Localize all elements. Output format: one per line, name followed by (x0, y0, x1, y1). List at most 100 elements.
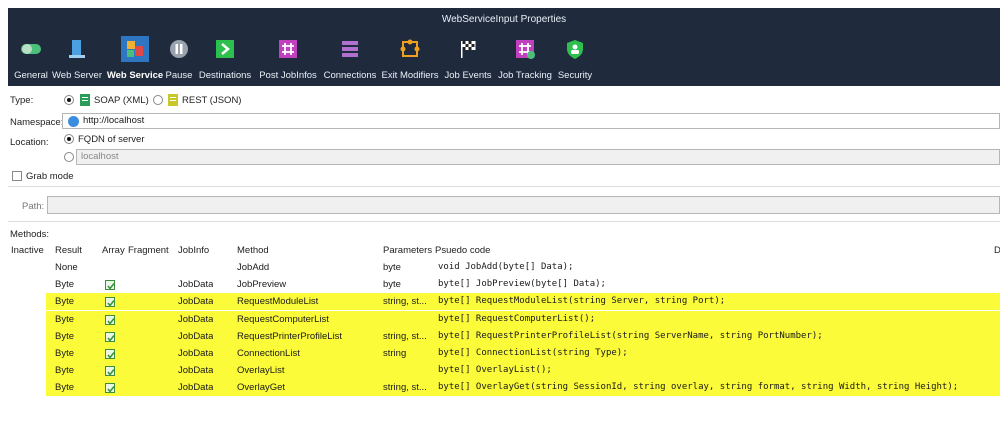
check-icon (107, 369, 115, 376)
array-checkbox[interactable] (105, 297, 115, 308)
tab-job-tracking[interactable]: Job Tracking (497, 32, 553, 86)
check-icon (107, 300, 115, 308)
cell-method: RequestComputerList (237, 313, 329, 325)
table-row[interactable]: Byte JobData RequestModuleList string, st..… (8, 293, 1000, 311)
table-row[interactable]: Byte JobData OverlayGet string, st... byte[]… (8, 379, 1000, 397)
fqdn-radio[interactable] (64, 134, 74, 144)
column-header-inactive[interactable]: Inactive (11, 243, 44, 259)
soap-file-icon (80, 94, 90, 106)
tab-general[interactable]: General (10, 32, 52, 86)
cell-parameters: byte (383, 262, 401, 273)
check-icon (107, 317, 115, 325)
tab-pause[interactable]: Pause (164, 32, 194, 86)
tab-post-jobinfos-label: Post JobInfos (259, 70, 317, 81)
cell-pseudo-code: byte[] RequestPrinterProfileList(string … (438, 330, 823, 341)
column-header-d[interactable]: D (994, 243, 1000, 259)
cell-jobinfo: JobData (178, 313, 214, 325)
check-icon (107, 334, 115, 342)
tab-exit-modifiers[interactable]: Exit Modifiers (379, 32, 441, 86)
column-header-array[interactable]: Array (102, 243, 125, 259)
column-header-fragment[interactable]: Fragment (128, 243, 169, 259)
tab-destinations-label: Destinations (198, 70, 252, 81)
namespace-input[interactable]: http://localhost (62, 113, 1000, 129)
column-header-parameters[interactable]: Parameters (383, 243, 432, 259)
post-jobinfos-icon (279, 40, 297, 58)
job-tracking-icon (516, 40, 535, 59)
cell-method: JobAdd (237, 262, 270, 273)
tab-post-jobinfos[interactable]: Post JobInfos (257, 32, 319, 86)
column-header-result[interactable]: Result (55, 243, 82, 259)
web-service-icon (127, 41, 143, 57)
cell-parameters: byte (383, 279, 401, 291)
column-header-pseudo-code[interactable]: Psuedo code (435, 243, 490, 259)
settings-toolbar: General Web Server Web Service Pause Des… (8, 32, 1000, 86)
cell-parameters: string, st... (383, 296, 427, 308)
array-checkbox[interactable] (105, 383, 115, 394)
cell-pseudo-code: byte[] JobPreview(byte[] Data); (438, 279, 606, 290)
tab-job-tracking-label: Job Tracking (498, 70, 552, 81)
tab-pause-label: Pause (165, 70, 193, 81)
globe-icon (68, 116, 79, 127)
array-checkbox[interactable] (105, 314, 115, 325)
table-row[interactable]: Byte JobData JobPreview byte byte[] JobPrevi… (8, 276, 1000, 293)
array-checkbox[interactable] (105, 366, 115, 377)
cell-parameters: string, st... (383, 330, 427, 342)
cell-pseudo-code: byte[] RequestModuleList(string Server, … (438, 296, 726, 307)
localhost-input[interactable]: localhost (76, 149, 1000, 165)
toggle-icon (21, 44, 41, 54)
cell-result: Byte (55, 382, 75, 394)
column-header-jobinfo[interactable]: JobInfo (178, 243, 209, 259)
tab-web-service[interactable]: Web Service (103, 32, 167, 86)
check-icon (107, 283, 115, 290)
path-input[interactable] (47, 196, 1000, 214)
cell-parameters: string, st... (383, 382, 427, 394)
localhost-radio[interactable] (64, 152, 74, 162)
cell-pseudo-code: byte[] OverlayGet(string SessionId, stri… (438, 382, 959, 393)
table-row[interactable]: None JobAdd byte void JobAdd(byte[] Data); (8, 259, 1000, 276)
array-checkbox[interactable] (105, 280, 115, 291)
cell-result: Byte (55, 296, 75, 308)
cell-method: OverlayList (237, 365, 285, 377)
tab-connections-label: Connections (323, 70, 377, 81)
cell-pseudo-code: byte[] RequestComputerList(); (438, 313, 596, 324)
rest-file-icon (168, 94, 178, 106)
cell-result: Byte (55, 365, 75, 377)
server-icon (69, 40, 85, 58)
check-icon (107, 386, 115, 394)
cell-jobinfo: JobData (178, 348, 214, 359)
rest-radio[interactable] (153, 95, 163, 105)
namespace-label: Namespace: (10, 117, 64, 128)
tab-web-server[interactable]: Web Server (52, 32, 102, 86)
shield-icon (567, 40, 583, 59)
cell-jobinfo: JobData (178, 365, 214, 377)
namespace-value: http://localhost (83, 115, 145, 126)
cell-parameters: string (383, 348, 407, 359)
table-row[interactable]: Byte JobData OverlayList byte[] OverlayList… (8, 362, 1000, 380)
array-checkbox[interactable] (105, 331, 115, 342)
column-header-method[interactable]: Method (237, 243, 269, 259)
table-row[interactable]: Byte JobData RequestComputerList byte[] Req… (8, 310, 1000, 328)
tab-destinations[interactable]: Destinations (197, 32, 253, 86)
tab-security-label: Security (557, 70, 593, 81)
cell-pseudo-code: byte[] ConnectionList(string Type); (438, 348, 628, 358)
cell-pseudo-code: byte[] OverlayList(); (438, 365, 552, 376)
table-row[interactable]: Byte JobData RequestPrinterProfileList stri… (8, 327, 1000, 345)
type-label: Type: (10, 95, 34, 106)
tab-general-label: General (14, 70, 48, 81)
soap-radio[interactable] (64, 95, 74, 105)
cell-result: Byte (55, 330, 75, 342)
array-checkbox[interactable] (105, 349, 115, 359)
tab-security[interactable]: Security (556, 32, 594, 86)
table-row[interactable]: Byte JobData ConnectionList string byte[] Co… (8, 345, 1000, 362)
check-icon (107, 352, 115, 359)
tab-connections[interactable]: Connections (322, 32, 378, 86)
tab-job-events-label: Job Events (444, 70, 492, 81)
exit-modifiers-icon (400, 39, 420, 57)
grab-mode-checkbox[interactable] (12, 171, 22, 181)
location-label: Location: (10, 137, 49, 148)
tab-job-events[interactable]: Job Events (443, 32, 493, 86)
cell-jobinfo: JobData (178, 330, 214, 342)
localhost-value: localhost (81, 151, 119, 162)
cell-result: Byte (55, 313, 75, 325)
rest-label: REST (JSON) (182, 95, 242, 106)
